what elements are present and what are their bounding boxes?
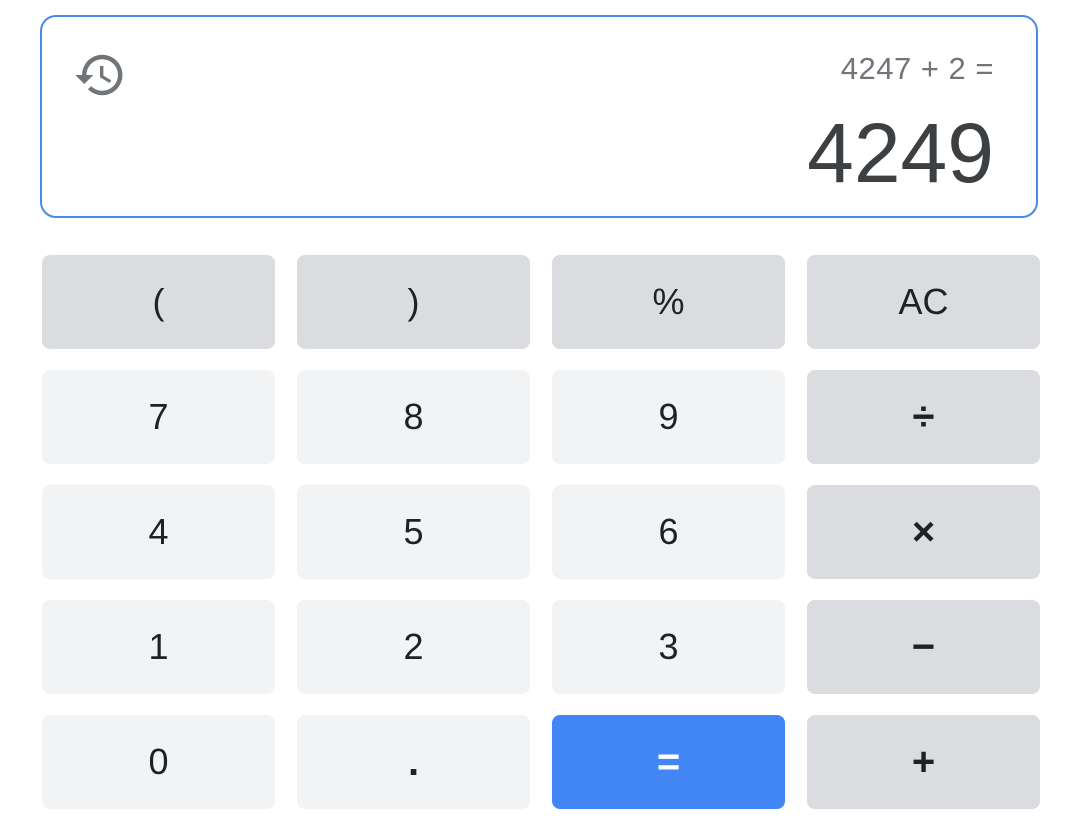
expression-text: 4247 + 2 = [840, 51, 994, 86]
minus-button[interactable]: − [807, 600, 1040, 694]
history-icon [75, 54, 123, 96]
open-paren-button[interactable]: ( [42, 255, 275, 349]
digit-3-button[interactable]: 3 [552, 600, 785, 694]
digit-5-button[interactable]: 5 [297, 485, 530, 579]
calculator-display: 4247 + 2 = 4249 [40, 15, 1038, 218]
calculator: 4247 + 2 = 4249 ( ) % AC 7 8 9 ÷ 4 5 6 ×… [0, 0, 1080, 833]
multiply-button[interactable]: × [807, 485, 1040, 579]
keypad: ( ) % AC 7 8 9 ÷ 4 5 6 × 1 2 3 − 0 . = + [42, 255, 1040, 809]
digit-9-button[interactable]: 9 [552, 370, 785, 464]
divide-button[interactable]: ÷ [807, 370, 1040, 464]
digit-2-button[interactable]: 2 [297, 600, 530, 694]
digit-8-button[interactable]: 8 [297, 370, 530, 464]
close-paren-button[interactable]: ) [297, 255, 530, 349]
plus-button[interactable]: + [807, 715, 1040, 809]
digit-4-button[interactable]: 4 [42, 485, 275, 579]
percent-button[interactable]: % [552, 255, 785, 349]
digit-7-button[interactable]: 7 [42, 370, 275, 464]
result-text: 4249 [807, 106, 994, 200]
history-button[interactable] [72, 47, 128, 103]
equals-button[interactable]: = [552, 715, 785, 809]
digit-1-button[interactable]: 1 [42, 600, 275, 694]
all-clear-button[interactable]: AC [807, 255, 1040, 349]
decimal-button[interactable]: . [297, 715, 530, 809]
digit-6-button[interactable]: 6 [552, 485, 785, 579]
digit-0-button[interactable]: 0 [42, 715, 275, 809]
